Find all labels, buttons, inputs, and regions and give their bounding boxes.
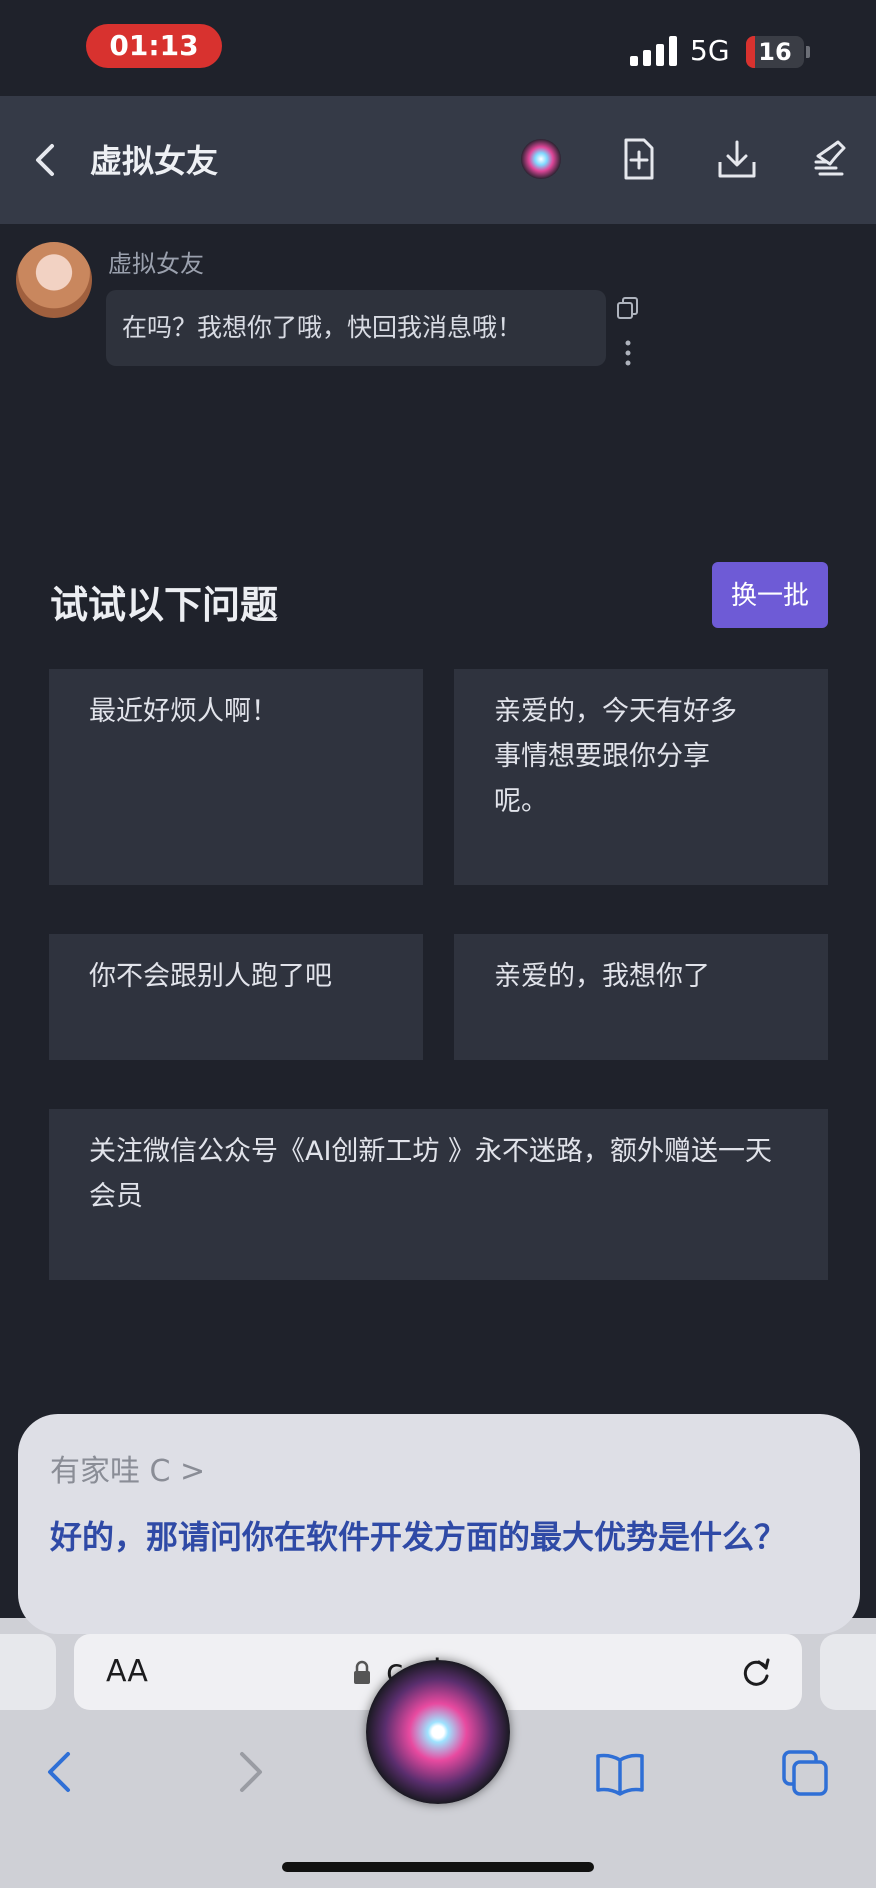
page-title: 虚拟女友 (90, 142, 219, 180)
tabs-icon[interactable] (780, 1748, 830, 1796)
new-chat-icon[interactable] (614, 134, 664, 184)
suggestion-card[interactable]: 你不会跟别人跑了吧 (49, 934, 423, 1060)
message-bubble: 在吗？我想你了哦，快回我消息哦！ (106, 290, 606, 366)
next-tab-preview[interactable] (820, 1634, 876, 1710)
reload-icon[interactable] (738, 1654, 774, 1690)
cellular-signal-icon (630, 36, 678, 66)
siri-response-text: 好的，那请问你在软件开发方面的最大优势是什么？ (50, 1518, 787, 1556)
app-header: 虚拟女友 (0, 96, 876, 224)
download-icon[interactable] (712, 134, 762, 184)
more-icon[interactable] (624, 340, 632, 366)
bookmarks-icon[interactable] (594, 1748, 646, 1796)
suggestion-card[interactable]: 关注微信公众号《AI创新工坊 》永不迷路，额外赠送一天会员 (49, 1109, 828, 1280)
siri-orb-icon[interactable] (366, 1660, 510, 1804)
browser-back-icon[interactable] (44, 1748, 74, 1796)
reader-settings-button[interactable]: AA (106, 1654, 148, 1689)
battery-level: 16 (758, 38, 792, 66)
clear-icon[interactable] (808, 134, 858, 184)
avatar (16, 242, 92, 318)
status-bar: 01:13 5G 16 (0, 0, 876, 96)
suggestion-card[interactable]: 亲爱的，今天有好多事情想要跟你分享呢。 (454, 669, 828, 885)
copy-icon[interactable] (616, 296, 640, 320)
refresh-suggestions-button[interactable]: 换一批 (712, 562, 828, 628)
status-time: 01:13 (86, 24, 222, 68)
suggestion-card[interactable]: 最近好烦人啊！ (49, 669, 423, 885)
suggestion-card[interactable]: 亲爱的，我想你了 (454, 934, 828, 1060)
battery-icon: 16 (746, 36, 804, 68)
siri-icon[interactable] (516, 134, 566, 184)
sender-name: 虚拟女友 (108, 250, 204, 278)
siri-response-panel: 有家哇 C > 好的，那请问你在软件开发方面的最大优势是什么？ (18, 1414, 860, 1634)
suggestions-title: 试试以下问题 (50, 583, 279, 627)
lock-icon (354, 1660, 370, 1684)
network-type: 5G (690, 34, 730, 67)
previous-tab-preview[interactable] (0, 1634, 56, 1710)
siri-subtitle: 有家哇 C > (50, 1454, 206, 1489)
home-indicator (282, 1862, 594, 1872)
back-icon[interactable] (32, 142, 60, 178)
browser-forward-icon[interactable] (236, 1748, 266, 1796)
battery-tip (806, 46, 810, 58)
